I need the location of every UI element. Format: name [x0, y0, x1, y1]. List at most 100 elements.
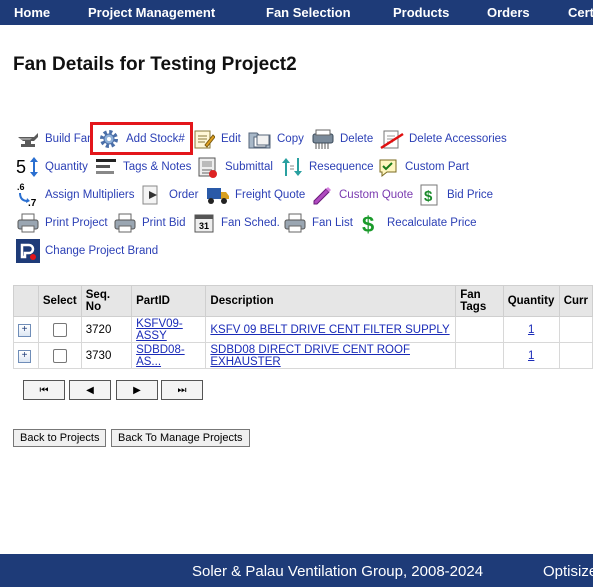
svg-text:$: $: [424, 188, 433, 205]
multiplier-icon-bottom: .7: [28, 198, 37, 208]
row-select-checkbox[interactable]: [52, 322, 67, 337]
assign-multipliers-label: Assign Multipliers: [45, 189, 135, 201]
first-page-button[interactable]: ⏮: [23, 380, 65, 400]
custom-quote-label: Custom Quote: [339, 189, 414, 201]
expand-icon[interactable]: +: [18, 323, 31, 337]
delete-accessories-action[interactable]: Delete Accessories: [380, 127, 507, 151]
table-row: + 3720 KSFV09-ASSY KSFV 09 BELT DRIVE CE…: [13, 316, 593, 343]
order-action[interactable]: Order: [140, 183, 198, 207]
print-project-label: Print Project: [45, 217, 108, 229]
shredder-icon: [311, 127, 335, 151]
custom-quote-action[interactable]: Custom Quote: [310, 183, 413, 207]
nav-fan-selection[interactable]: Fan Selection: [266, 5, 351, 20]
quantity-action[interactable]: 5 Quantity: [16, 155, 88, 179]
prev-page-icon: ◀: [86, 384, 94, 396]
column-header-description: Description: [205, 285, 457, 317]
calendar-icon: 31: [192, 211, 216, 235]
print-bid-label: Print Bid: [142, 217, 186, 229]
prev-page-button[interactable]: ◀: [69, 380, 111, 400]
multiplier-icon: .6.7: [16, 182, 40, 208]
custom-quote-icon: [310, 183, 334, 207]
curr-cell: [558, 316, 593, 343]
nav-home[interactable]: Home: [14, 5, 50, 20]
last-page-button[interactable]: ⏭: [161, 380, 203, 400]
copy-action[interactable]: Copy: [248, 127, 304, 151]
seq-cell: 3720: [80, 316, 133, 343]
page-title: Fan Details for Testing Project2: [13, 54, 297, 75]
custom-part-icon: [376, 155, 400, 179]
resequence-action[interactable]: Resequence: [280, 155, 374, 179]
row-select-checkbox[interactable]: [52, 348, 67, 363]
change-project-brand-action[interactable]: Change Project Brand: [16, 239, 158, 263]
back-to-manage-projects-button[interactable]: Back To Manage Projects: [111, 429, 250, 447]
print-project-action[interactable]: Print Project: [16, 211, 108, 235]
next-page-icon: ▶: [133, 384, 141, 396]
first-page-icon: ⏮: [39, 384, 49, 396]
bid-price-action[interactable]: $ Bid Price: [418, 183, 493, 207]
quantity-cell: 1: [502, 342, 560, 369]
build-fan-action[interactable]: Build Fan: [16, 127, 94, 151]
quantity-link[interactable]: 1: [528, 350, 534, 362]
description-link[interactable]: KSFV 09 BELT DRIVE CENT FILTER SUPPLY: [210, 324, 449, 336]
next-page-button[interactable]: ▶: [116, 380, 158, 400]
column-header-curr: Curr: [558, 285, 593, 317]
expand-cell: +: [13, 316, 39, 343]
select-cell: [37, 316, 82, 343]
description-link[interactable]: SDBD08 DIRECT DRIVE CENT ROOF EXHAUSTER: [210, 344, 410, 368]
edit-notepad-icon: [192, 127, 216, 151]
fan-sched-label: Fan Sched.: [221, 217, 280, 229]
print-bid-action[interactable]: Print Bid: [113, 211, 185, 235]
seq-cell: 3730: [80, 342, 133, 369]
nav-products[interactable]: Products: [393, 5, 449, 20]
expand-cell: +: [13, 342, 39, 369]
multiplier-icon-top: .6: [17, 182, 25, 192]
nav-cert[interactable]: Cert: [568, 5, 593, 20]
recalculate-price-action[interactable]: $ Recalculate Price: [358, 211, 476, 235]
delete-accessories-icon: [380, 127, 404, 151]
tags-notes-action[interactable]: Tags & Notes: [94, 155, 191, 179]
submittal-label: Submittal: [225, 161, 273, 173]
column-header-quantity: Quantity: [502, 285, 560, 317]
footer-copyright: Soler & Palau Ventilation Group, 2008-20…: [192, 563, 484, 580]
last-page-icon: ⏭: [177, 384, 187, 396]
expand-icon[interactable]: +: [18, 349, 31, 363]
fan-sched-action[interactable]: 31 Fan Sched.: [192, 211, 280, 235]
copy-folder-icon: [248, 127, 272, 151]
build-fan-label: Build Fan: [45, 133, 94, 145]
assign-multipliers-action[interactable]: .6.7 Assign Multipliers: [16, 182, 135, 208]
curr-cell: [558, 342, 593, 369]
custom-part-action[interactable]: Custom Part: [376, 155, 469, 179]
freight-quote-action[interactable]: Freight Quote: [206, 183, 305, 207]
freight-quote-label: Freight Quote: [235, 189, 306, 201]
quantity-link[interactable]: 1: [528, 324, 534, 336]
edit-label: Edit: [221, 133, 241, 145]
fan-list-action[interactable]: Fan List: [283, 211, 353, 235]
copy-label: Copy: [277, 133, 304, 145]
part-id-cell: KSFV09-ASSY: [131, 316, 207, 343]
order-icon: [140, 183, 164, 207]
delete-label: Delete: [340, 133, 374, 145]
fan-list-label: Fan List: [312, 217, 353, 229]
fan-tags-cell: [455, 316, 504, 343]
nav-project-management[interactable]: Project Management: [88, 5, 215, 20]
resequence-icon: [280, 155, 304, 179]
delete-accessories-label: Delete Accessories: [409, 133, 507, 145]
submittal-action[interactable]: Submittal: [196, 155, 273, 179]
dollar-icon: $: [358, 211, 382, 235]
quantity-icon: 5: [16, 155, 40, 179]
top-nav: Home Project Management Fan Selection Pr…: [0, 0, 593, 25]
svg-text:$: $: [362, 212, 374, 235]
edit-action[interactable]: Edit: [192, 127, 241, 151]
part-id-link[interactable]: SDBD08-AS...: [136, 344, 185, 368]
delete-action[interactable]: Delete: [311, 127, 373, 151]
nav-orders[interactable]: Orders: [487, 5, 530, 20]
description-cell: KSFV 09 BELT DRIVE CENT FILTER SUPPLY: [205, 316, 457, 343]
column-header-fan-tags: Fan Tags: [455, 285, 504, 317]
quantity-label: Quantity: [45, 161, 88, 173]
fan-tags-cell: [455, 342, 504, 369]
custom-part-label: Custom Part: [405, 161, 469, 173]
expand-column-header: [13, 285, 39, 317]
part-id-link[interactable]: KSFV09-ASSY: [136, 318, 183, 342]
submittal-icon: [196, 155, 220, 179]
back-to-projects-button[interactable]: Back to Projects: [13, 429, 107, 447]
